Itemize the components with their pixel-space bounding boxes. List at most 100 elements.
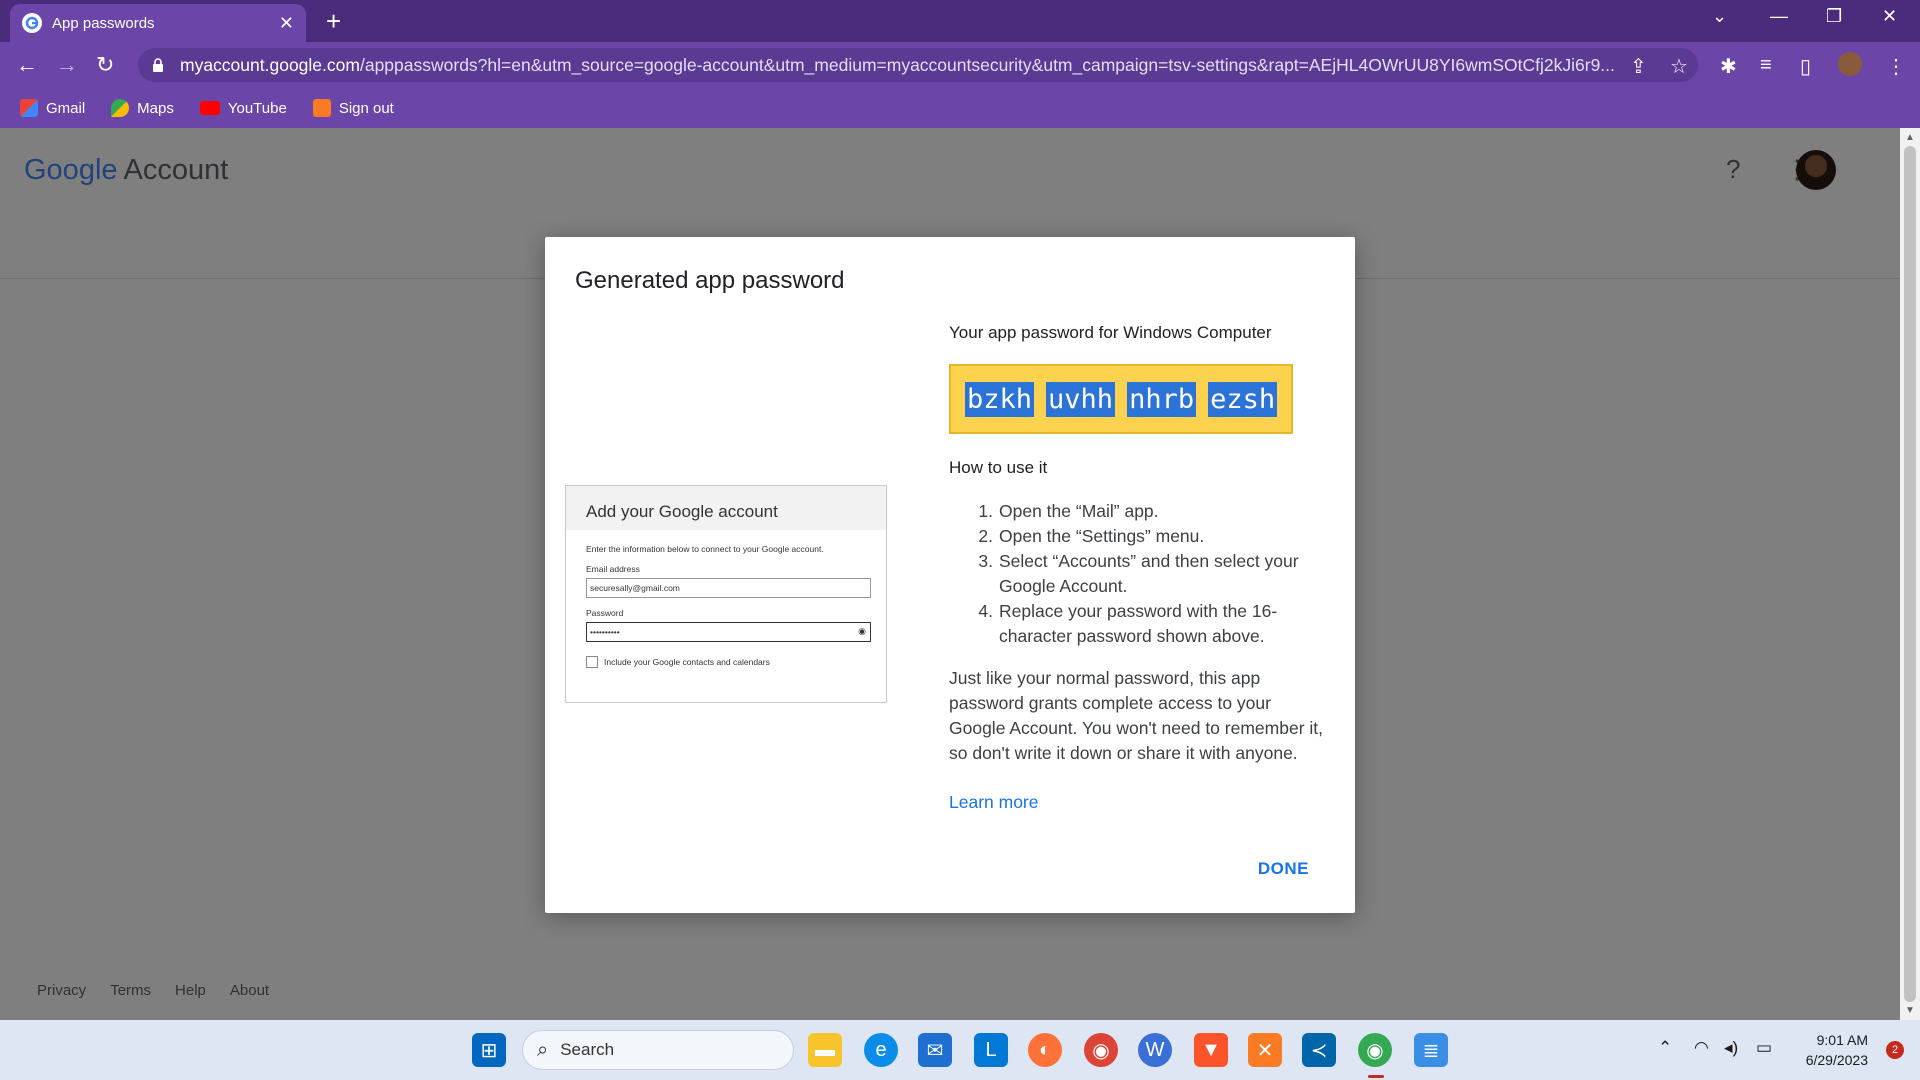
- mock-checkbox-row: Include your Google contacts and calenda…: [586, 656, 866, 668]
- dialog-title: Generated app password: [575, 267, 845, 294]
- search-placeholder: Search: [560, 1040, 615, 1059]
- active-app-indicator: [1368, 1075, 1384, 1078]
- youtube-icon: [199, 101, 220, 115]
- mock-email-label: Email address: [586, 564, 640, 574]
- security-note: Just like your normal password, this app…: [949, 668, 1323, 763]
- learn-more-link[interactable]: Learn more: [949, 792, 1039, 813]
- bookmark-youtube[interactable]: YouTube: [199, 99, 287, 117]
- restore-icon[interactable]: ❐: [1826, 6, 1842, 27]
- minimize-icon[interactable]: —: [1770, 6, 1788, 27]
- bookmarks-bar: Gmail Maps YouTube Sign out: [0, 88, 1920, 128]
- password-chunk: ezsh: [1208, 381, 1278, 417]
- password-chunk: bzkh: [965, 381, 1035, 417]
- step-item: 4. Replace your password with the 16-char…: [949, 599, 1329, 649]
- new-tab-icon[interactable]: +: [326, 6, 341, 37]
- app-password-box[interactable]: bzkh uvhh nhrb ezsh: [949, 364, 1293, 434]
- taskbar-search[interactable]: ⌕ Search: [522, 1030, 794, 1070]
- side-panel-icon[interactable]: ▯: [1800, 54, 1811, 79]
- notification-badge[interactable]: 2: [1886, 1041, 1904, 1059]
- steps-list: 1. Open the “Mail” app. 2. Open the “Setti…: [949, 499, 1329, 649]
- url-host: myaccount.google.com: [180, 54, 360, 75]
- step-item: 1. Open the “Mail” app.: [949, 499, 1329, 524]
- chrome-icon[interactable]: ◉: [1084, 1033, 1118, 1067]
- tab-title: App passwords: [52, 14, 155, 32]
- bookmark-star-icon[interactable]: ☆: [1670, 54, 1688, 79]
- brave-icon[interactable]: ▼: [1194, 1033, 1228, 1067]
- search-icon: ⌕: [537, 1038, 549, 1061]
- how-to-use-heading: How to use it: [949, 458, 1048, 477]
- battery-icon[interactable]: ▭: [1756, 1038, 1772, 1058]
- bookmark-label: Gmail: [46, 99, 86, 117]
- xampp-icon: [312, 99, 331, 117]
- back-icon[interactable]: ←: [16, 52, 38, 78]
- tab-strip: App passwords ✕ + ⌄ — ❐ ✕: [0, 0, 1920, 42]
- mock-header: Add your Google account: [566, 486, 886, 530]
- scroll-up-icon[interactable]: ▲: [1905, 132, 1915, 143]
- gmail-icon: [20, 99, 38, 117]
- system-clock[interactable]: 9:01 AM 6/29/2023: [1806, 1030, 1868, 1070]
- bookmark-label: YouTube: [227, 99, 287, 117]
- scroll-down-icon[interactable]: ▼: [1905, 1005, 1915, 1016]
- url-path: /apppasswords?hl=en&utm_source=google-ac…: [359, 54, 1615, 75]
- eye-icon: ◉: [858, 626, 866, 636]
- step-item: 2. Open the “Settings” menu.: [949, 524, 1329, 549]
- done-button[interactable]: DONE: [1258, 859, 1309, 879]
- mock-password-value: ••••••••••: [590, 627, 620, 637]
- wifi-icon[interactable]: ◠: [1694, 1038, 1709, 1058]
- bookmark-label: Maps: [137, 99, 174, 117]
- start-icon[interactable]: ⊞: [472, 1033, 506, 1067]
- step-text: Replace your password with the 16-charac…: [999, 601, 1278, 646]
- firefox-icon[interactable]: ◐: [1028, 1033, 1062, 1067]
- bookmark-maps[interactable]: Maps: [111, 99, 174, 117]
- maps-icon: [111, 99, 130, 117]
- mock-intro: Enter the information below to connect t…: [586, 544, 824, 554]
- tab-app-passwords[interactable]: App passwords ✕: [10, 4, 306, 42]
- reload-icon[interactable]: ↻: [96, 52, 114, 78]
- google-favicon-icon: [22, 13, 42, 33]
- mock-checkbox: [586, 656, 598, 668]
- step-text: Open the “Settings” menu.: [999, 526, 1205, 546]
- tab-close-icon[interactable]: ✕: [279, 13, 294, 34]
- step-text: Select “Accounts” and then select your G…: [999, 551, 1299, 596]
- password-for-label: Your app password for Windows Computer: [949, 323, 1272, 342]
- file-explorer-icon[interactable]: ▬: [808, 1033, 842, 1067]
- volume-icon[interactable]: ◂): [1724, 1038, 1738, 1058]
- profile-avatar[interactable]: [1838, 52, 1862, 76]
- clock-time: 9:01 AM: [1816, 1032, 1868, 1048]
- media-control-icon[interactable]: ≡: [1760, 54, 1772, 77]
- menu-icon[interactable]: ⋮: [1886, 54, 1906, 79]
- show-hidden-icons-icon[interactable]: ⌃: [1658, 1038, 1672, 1058]
- windows-taskbar: ⊞ ⌕ Search ▬ e ✉ L ◐ ◉ W ▼ ✕ ≺ ◉ ≣ ⌃ ◠ ◂…: [0, 1020, 1920, 1080]
- chrome-active-icon[interactable]: ◉: [1358, 1033, 1392, 1067]
- clock-date: 6/29/2023: [1805, 1052, 1868, 1068]
- bookmark-sign-out[interactable]: Sign out: [312, 99, 394, 117]
- bookmark-gmail[interactable]: Gmail: [20, 99, 85, 117]
- password-chunk: nhrb: [1127, 381, 1197, 417]
- address-bar[interactable]: myaccount.google.com/apppasswords?hl=en&…: [138, 48, 1698, 82]
- share-icon[interactable]: ⇪: [1630, 54, 1647, 79]
- xampp-taskbar-icon[interactable]: ✕: [1248, 1033, 1282, 1067]
- vscode-icon[interactable]: ≺: [1302, 1033, 1336, 1067]
- step-text: Open the “Mail” app.: [999, 501, 1159, 521]
- scrollbar-thumb[interactable]: [1904, 146, 1916, 1002]
- extensions-icon[interactable]: ✱: [1720, 54, 1737, 79]
- mock-email-value: securesally@gmail.com: [590, 583, 680, 593]
- mail-icon[interactable]: ✉: [918, 1033, 952, 1067]
- notepad-icon[interactable]: ≣: [1414, 1033, 1448, 1067]
- mock-email-field: securesally@gmail.com: [586, 578, 871, 598]
- generated-app-password-dialog: Generated app password Add your Google a…: [545, 237, 1355, 913]
- bookmark-label: Sign out: [338, 99, 394, 117]
- mail-app-illustration: Add your Google account Enter the inform…: [565, 485, 887, 703]
- password-chunk: uvhh: [1046, 381, 1116, 417]
- mock-password-label: Password: [586, 608, 624, 618]
- word-pad-icon[interactable]: W: [1138, 1033, 1172, 1067]
- forward-icon[interactable]: →: [56, 52, 78, 78]
- window-close-icon[interactable]: ✕: [1882, 6, 1897, 27]
- lync-icon[interactable]: L: [974, 1033, 1008, 1067]
- edge-icon[interactable]: e: [864, 1033, 898, 1067]
- tab-search-icon[interactable]: ⌄: [1712, 6, 1727, 27]
- browser-toolbar: ← → ↻ myaccount.google.com/apppasswords?…: [0, 42, 1920, 88]
- mock-checkbox-label: Include your Google contacts and calenda…: [604, 657, 770, 667]
- mock-password-field: •••••••••• ◉: [586, 622, 871, 642]
- page-scrollbar[interactable]: ▲ ▼: [1900, 128, 1920, 1020]
